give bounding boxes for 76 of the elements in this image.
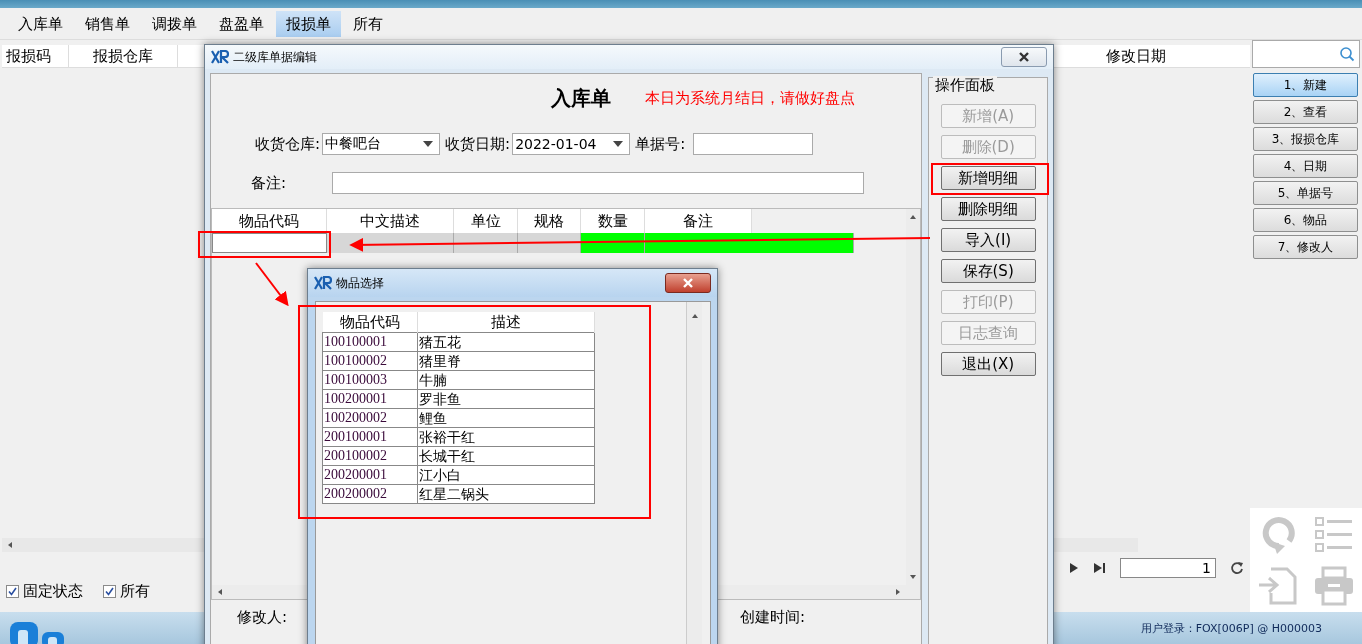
column-header: 单位 <box>454 209 518 233</box>
window-title: 二级库单据编辑 <box>233 48 317 66</box>
annotation-arrow <box>255 262 289 307</box>
column-header: 数量 <box>581 209 645 233</box>
input-field[interactable] <box>212 233 327 253</box>
column-header: 报损码 <box>2 45 69 67</box>
column-header: 规格 <box>518 209 581 233</box>
notice-text: 本日为系统月结日，请做好盘点 <box>645 88 855 108</box>
play-icon[interactable] <box>1069 562 1079 574</box>
remark-field[interactable] <box>332 172 865 194</box>
scroll-up-icon[interactable] <box>909 213 918 221</box>
column-header: 描述 <box>417 312 595 333</box>
checkbox-label: 所有 <box>120 582 150 601</box>
sidebar-button[interactable]: 4、日期 <box>1253 154 1358 178</box>
action-button[interactable]: 删除明细 <box>940 197 1036 221</box>
checkbox-label: 固定状态 <box>23 582 83 601</box>
app-logo-icon <box>10 622 66 644</box>
close-button[interactable] <box>1001 47 1047 67</box>
table-cell[interactable]: 猪五花 <box>417 332 595 352</box>
field-label: 单据号: <box>635 134 686 154</box>
table-cell <box>454 233 518 253</box>
dropdown-caret-icon[interactable] <box>423 141 434 147</box>
scroll-down-icon[interactable] <box>909 573 918 581</box>
table-cell <box>518 233 581 253</box>
sidebar-button[interactable]: 6、物品 <box>1253 208 1358 232</box>
field-label: 收货日期: <box>445 134 511 154</box>
tab[interactable]: 盘盈单 <box>209 11 274 37</box>
field-label: 备注: <box>251 173 287 193</box>
column-header: 修改日期 <box>1105 46 1167 67</box>
column-header: 物品代码 <box>212 209 327 233</box>
sidebar-button[interactable]: 3、报损仓库 <box>1253 127 1358 151</box>
tab[interactable]: 销售单 <box>75 11 140 37</box>
form-heading: 入库单 <box>551 84 611 112</box>
checkbox[interactable] <box>6 585 19 598</box>
sidebar-button[interactable]: 5、单据号 <box>1253 181 1358 205</box>
field-label: 创建时间: <box>740 607 806 627</box>
column-header: 备注 <box>645 209 752 233</box>
close-button[interactable] <box>665 273 711 293</box>
action-button[interactable]: 保存(S) <box>940 259 1036 283</box>
table-cell[interactable]: 100100001 <box>322 332 418 352</box>
action-button[interactable]: 退出(X) <box>940 352 1036 376</box>
search-field[interactable] <box>1252 40 1360 68</box>
app-logo-icon <box>314 276 332 290</box>
table-cell[interactable] <box>581 233 645 253</box>
search-icon[interactable] <box>1339 46 1355 62</box>
field-label: 收货仓库: <box>255 134 321 154</box>
tab[interactable]: 报损单 <box>276 11 341 37</box>
field-label: 修改人: <box>237 607 288 627</box>
app-logo-icon <box>211 50 229 64</box>
scroll-up-icon[interactable] <box>690 312 699 320</box>
last-page-icon[interactable] <box>1093 562 1106 574</box>
dropdown[interactable]: 中餐吧台 <box>322 133 441 155</box>
tab[interactable]: 所有 <box>343 11 393 37</box>
column-header: 报损仓库 <box>69 45 178 67</box>
tab[interactable]: 调拨单 <box>142 11 207 37</box>
sidebar-button[interactable]: 7、修改人 <box>1253 235 1358 259</box>
action-button[interactable]: 新增明细 <box>940 166 1036 190</box>
dropdown-caret-icon[interactable] <box>613 141 624 147</box>
input-field[interactable] <box>693 133 814 155</box>
action-button[interactable]: 导入(I) <box>940 228 1036 252</box>
tab[interactable]: 入库单 <box>8 11 73 37</box>
sidebar-button[interactable]: 1、新建 <box>1253 73 1358 97</box>
scroll-left-icon[interactable] <box>216 588 224 596</box>
page-field[interactable]: 1 <box>1120 558 1216 578</box>
refresh-icon[interactable] <box>1230 561 1244 575</box>
window-title: 物品选择 <box>336 274 384 292</box>
close-icon[interactable] <box>1018 52 1030 62</box>
column-header: 中文描述 <box>327 209 454 233</box>
column-header: 物品代码 <box>322 312 418 333</box>
user-login-status: 用户登录：FOX[006P] @ H000003 <box>1140 620 1322 636</box>
sidebar-button[interactable]: 2、查看 <box>1253 100 1358 124</box>
scroll-left-icon[interactable] <box>6 541 14 549</box>
dropdown[interactable]: 2022-01-04 <box>512 133 631 155</box>
checkbox[interactable] <box>103 585 116 598</box>
panel-title: 操作面板 <box>933 76 998 95</box>
table-cell[interactable] <box>645 233 854 253</box>
